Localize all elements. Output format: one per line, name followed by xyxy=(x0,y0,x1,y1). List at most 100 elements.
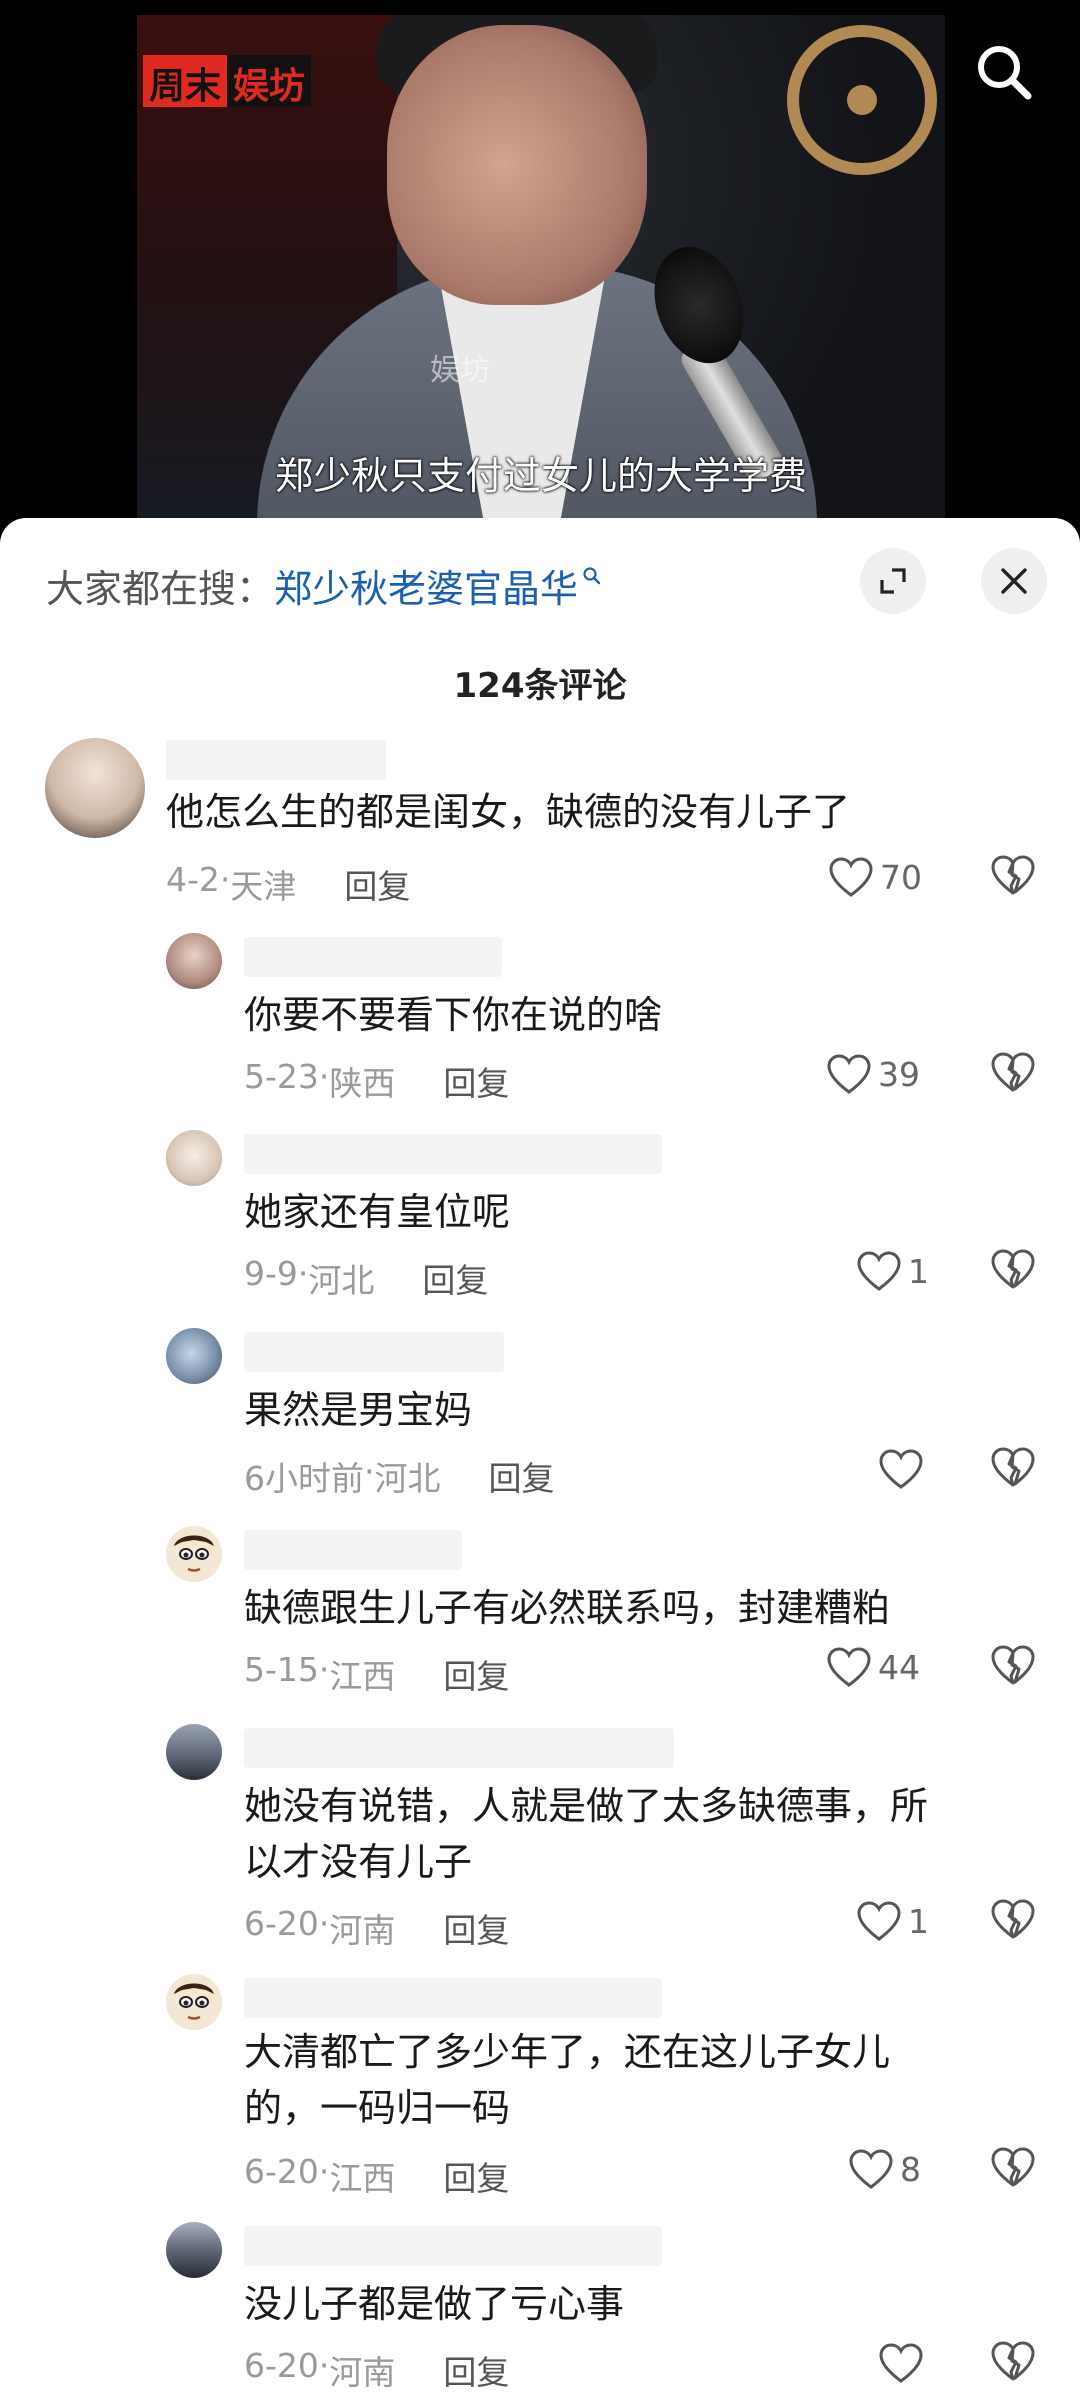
comment-location: 江西 xyxy=(329,2159,396,2198)
reply-item: 她家还有皇位呢 9-9 · 河北 回复 1 xyxy=(0,1122,1080,1302)
comment-meta: 5-15 · 江西 回复 xyxy=(244,1650,510,1698)
comment-date: 6小时前 xyxy=(244,1459,364,1498)
broken-heart-icon xyxy=(991,2341,1035,2381)
search-button[interactable] xyxy=(972,40,1036,104)
dislike-button[interactable] xyxy=(990,1898,1036,1944)
avatar[interactable] xyxy=(166,933,222,989)
like-button[interactable]: 1 xyxy=(856,1900,929,1942)
like-button[interactable]: 39 xyxy=(826,1053,920,1095)
reply-button[interactable]: 回复 xyxy=(443,2152,509,2200)
dislike-button[interactable] xyxy=(990,1051,1036,1097)
channel-logo: 周末 娱坊 xyxy=(143,55,312,107)
video-subtitle: 郑少秋只支付过女儿的大学学费 xyxy=(274,454,807,498)
comment-location: 河南 xyxy=(329,1911,396,1950)
search-suggestion-prefix: 大家都在搜： xyxy=(46,567,275,611)
film-reel-graphic xyxy=(787,25,937,175)
cartoon-face-icon xyxy=(174,1535,214,1572)
comment-date: 6-20 xyxy=(244,2152,319,2191)
reply-button[interactable]: 回复 xyxy=(443,1057,509,1105)
dislike-button[interactable] xyxy=(990,1446,1036,1492)
heart-icon xyxy=(827,1647,871,1687)
like-button[interactable]: 1 xyxy=(856,1250,929,1292)
comment-text: 她家还有皇位呢 xyxy=(244,1190,511,1234)
like-button[interactable]: 8 xyxy=(848,2148,921,2190)
comment-date: 5-15 xyxy=(244,1650,319,1689)
like-button[interactable] xyxy=(878,1448,930,1490)
cartoon-face-icon xyxy=(174,1983,214,2020)
heart-icon xyxy=(879,1449,923,1489)
comment-sheet-header: 大家都在搜： 郑少秋老婆官晶华 xyxy=(0,518,1080,648)
comment-text: 他怎么生的都是闺女，缺德的没有儿子了 xyxy=(166,790,851,834)
comment-text: 果然是男宝妈 xyxy=(244,1388,473,1432)
avatar[interactable] xyxy=(166,1328,222,1384)
comment-item: 他怎么生的都是闺女，缺德的没有儿子了 4-2 · 天津 回复 70 xyxy=(0,728,1080,908)
comment-location: 陕西 xyxy=(329,1064,396,1103)
like-button[interactable] xyxy=(878,2342,930,2384)
username-redacted[interactable] xyxy=(244,1134,662,1174)
video-player[interactable]: 周末 娱坊 娱坊 郑少秋只支付过女儿的大学学费 xyxy=(0,0,1080,540)
search-suggestion-keyword[interactable]: 郑少秋老婆官晶华 xyxy=(274,558,578,613)
search-small-icon xyxy=(582,566,602,592)
reply-item: 大清都亡了多少年了，还在这儿子女儿 的，一码归一码 6-20 · 江西 回复 8 xyxy=(0,1966,1080,2202)
close-button[interactable] xyxy=(981,548,1047,614)
reply-item: 她没有说错，人就是做了太多缺德事，所 以才没有儿子 6-20 · 河南 回复 1 xyxy=(0,1716,1080,1952)
reply-item: 没儿子都是做了亏心事 6-20 · 河南 回复 xyxy=(0,2214,1080,2394)
expand-button[interactable] xyxy=(860,548,926,614)
avatar[interactable] xyxy=(166,2222,222,2278)
comment-meta: 6-20 · 河南 回复 xyxy=(244,1904,510,1952)
comment-count: 124条评论 xyxy=(453,666,627,706)
comment-meta: 9-9 · 河北 回复 xyxy=(244,1254,489,1302)
avatar[interactable] xyxy=(166,1526,222,1582)
like-button[interactable]: 70 xyxy=(828,856,922,898)
username-redacted[interactable] xyxy=(244,937,502,977)
heart-icon xyxy=(857,1251,901,1291)
comment-meta: 4-2 · 天津 回复 xyxy=(166,860,411,908)
reply-button[interactable]: 回复 xyxy=(344,860,410,908)
comment-meta: 6-20 · 江西 回复 xyxy=(244,2152,510,2200)
reply-button[interactable]: 回复 xyxy=(443,1904,509,1952)
like-count: 1 xyxy=(908,1251,929,1291)
avatar[interactable] xyxy=(45,738,145,838)
like-count: 8 xyxy=(900,2149,921,2189)
broken-heart-icon xyxy=(991,855,1035,895)
username-redacted[interactable] xyxy=(244,1978,662,2018)
broken-heart-icon xyxy=(991,1249,1035,1289)
dislike-button[interactable] xyxy=(990,854,1036,900)
reply-item: 你要不要看下你在说的啥 5-23 · 陕西 回复 39 xyxy=(0,925,1080,1105)
person-face xyxy=(387,25,647,305)
reply-button[interactable]: 回复 xyxy=(489,1452,555,1500)
heart-icon xyxy=(829,857,873,897)
like-count: 1 xyxy=(908,1901,929,1941)
broken-heart-icon xyxy=(991,1645,1035,1685)
comment-location: 河南 xyxy=(329,2353,396,2392)
username-redacted[interactable] xyxy=(244,1530,462,1570)
reply-button[interactable]: 回复 xyxy=(422,1254,488,1302)
dislike-button[interactable] xyxy=(990,2146,1036,2192)
comment-text-line1: 大清都亡了多少年了，还在这儿子女儿 xyxy=(244,2030,891,2074)
avatar[interactable] xyxy=(166,1974,222,2030)
avatar[interactable] xyxy=(166,1130,222,1186)
username-redacted[interactable] xyxy=(244,1728,674,1768)
reply-item: 缺德跟生儿子有必然联系吗，封建糟粕 5-15 · 江西 回复 44 xyxy=(0,1518,1080,1698)
expand-icon xyxy=(880,568,906,594)
username-redacted[interactable] xyxy=(244,2226,662,2266)
logo-part1: 周末 xyxy=(143,55,228,107)
avatar[interactable] xyxy=(166,1724,222,1780)
like-count: 39 xyxy=(878,1054,920,1094)
dislike-button[interactable] xyxy=(990,1248,1036,1294)
comment-location: 河北 xyxy=(308,1261,375,1300)
like-button[interactable]: 44 xyxy=(826,1646,920,1688)
comment-meta: 6-20 · 河南 回复 xyxy=(244,2346,510,2394)
comment-date: 6-20 xyxy=(244,1904,319,1943)
reply-button[interactable]: 回复 xyxy=(443,1650,509,1698)
comment-text-line2: 以才没有儿子 xyxy=(244,1840,473,1884)
username-redacted[interactable] xyxy=(166,740,386,780)
search-suggestion[interactable]: 大家都在搜： 郑少秋老婆官晶华 xyxy=(46,558,602,613)
comment-location: 天津 xyxy=(230,867,297,906)
username-redacted[interactable] xyxy=(244,1332,504,1372)
broken-heart-icon xyxy=(991,1899,1035,1939)
reply-button[interactable]: 回复 xyxy=(443,2346,509,2394)
comment-text: 你要不要看下你在说的啥 xyxy=(244,993,663,1037)
dislike-button[interactable] xyxy=(990,2340,1036,2386)
dislike-button[interactable] xyxy=(990,1644,1036,1690)
